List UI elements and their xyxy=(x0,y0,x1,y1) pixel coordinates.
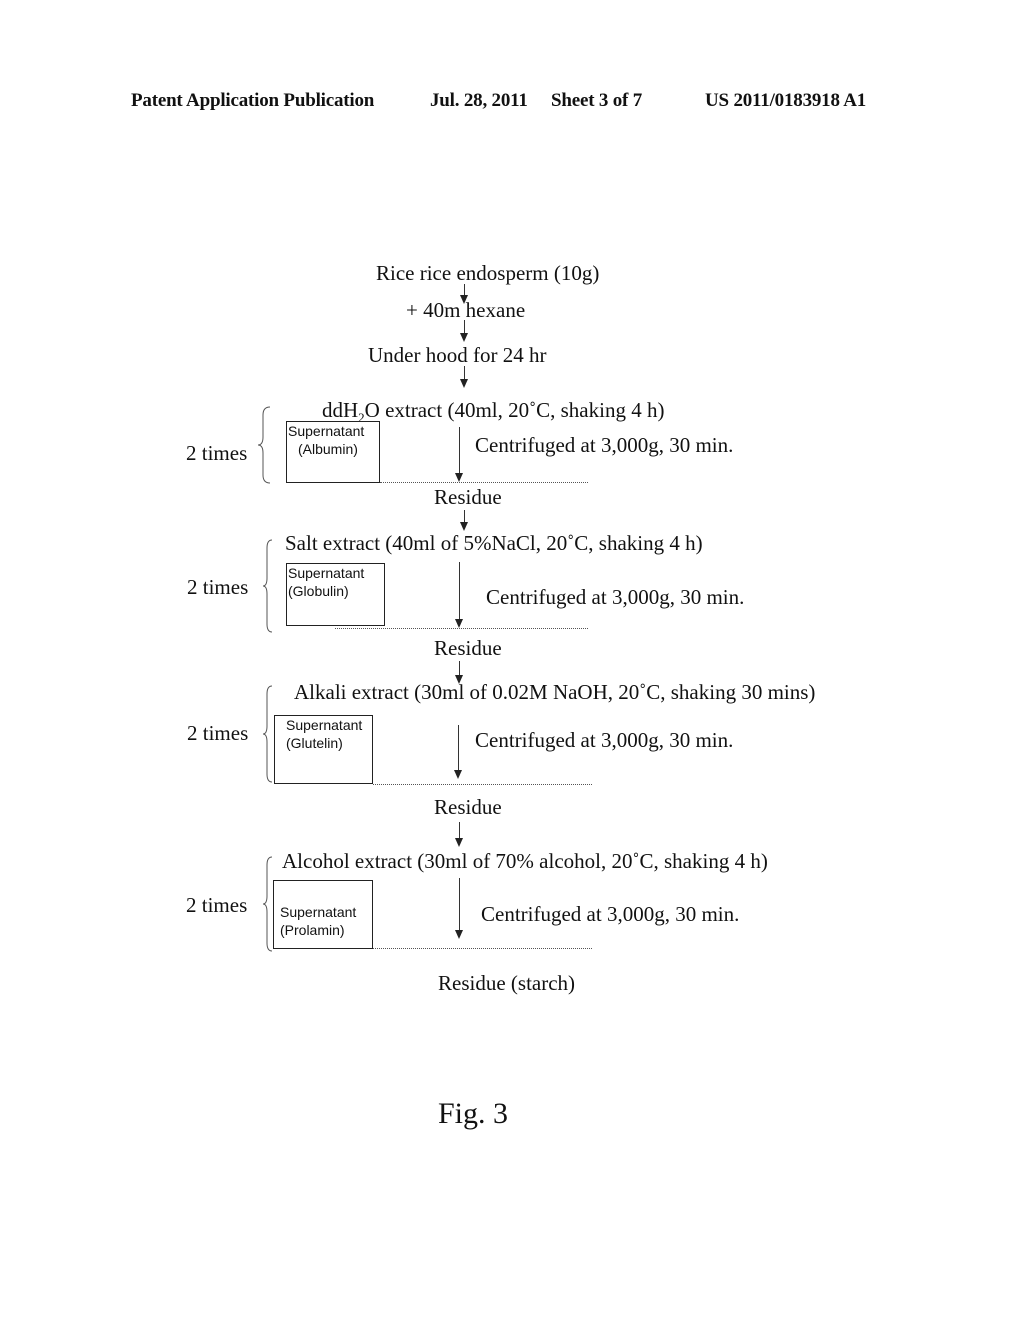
supernatant-box: Supernatant (Prolamin) xyxy=(273,880,373,949)
centrifuge-step: Centrifuged at 3,000g, 30 min. xyxy=(475,728,734,752)
protein-fraction: (Prolamin) xyxy=(280,922,345,938)
arrow-line xyxy=(459,661,460,676)
supernatant-label: Supernatant xyxy=(286,717,363,733)
protein-fraction: (Globulin) xyxy=(288,583,349,599)
supernatant-box: Supernatant (Albumin) xyxy=(286,421,380,483)
arrow-line xyxy=(464,366,465,380)
supernatant-box: Supernatant (Glutelin) xyxy=(274,715,373,784)
arrow-line xyxy=(459,562,460,620)
patent-number: US 2011/0183918 A1 xyxy=(705,90,867,111)
separator-line xyxy=(335,628,588,629)
arrow-down-icon xyxy=(455,619,463,628)
arrow-line xyxy=(459,427,460,473)
centrifuge-step: Centrifuged at 3,000g, 30 min. xyxy=(481,902,740,926)
extract-text: ddH xyxy=(322,398,359,422)
arrow-down-icon xyxy=(455,838,463,847)
hexane-step: + 40m hexane xyxy=(406,298,526,322)
arrow-down-icon xyxy=(460,522,468,531)
hood-step: Under hood for 24 hr xyxy=(368,343,547,367)
supernatant-label: Supernatant xyxy=(288,565,365,581)
publication-date: Jul. 28, 2011 xyxy=(430,90,528,111)
centrifuge-step: Centrifuged at 3,000g, 30 min. xyxy=(486,585,745,609)
start-material: Rice rice endosperm (10g) xyxy=(376,261,600,285)
extract-step: Alcohol extract (30ml of 70% alcohol, 20… xyxy=(282,849,768,873)
separator-line xyxy=(373,784,592,785)
residue-label: Residue xyxy=(434,636,502,660)
repeat-label: 2 times xyxy=(187,721,249,745)
separator-line xyxy=(373,948,592,949)
arrow-down-icon xyxy=(454,770,462,779)
arrow-line xyxy=(459,822,460,839)
supernatant-label: Supernatant xyxy=(288,423,365,439)
residue-label: Residue (starch) xyxy=(438,971,576,995)
extract-text: O extract (40ml, 20˚C, shaking 4 h) xyxy=(364,398,665,422)
supernatant-label: Supernatant xyxy=(280,904,357,920)
brace-icon xyxy=(257,406,271,484)
repeat-label: 2 times xyxy=(187,575,249,599)
sheet-number: Sheet 3 of 7 xyxy=(551,90,643,111)
extract-step: Alkali extract (30ml of 0.02M NaOH, 20˚C… xyxy=(294,680,816,704)
residue-label: Residue xyxy=(434,795,502,819)
residue-label: Residue xyxy=(434,485,502,509)
brace-icon xyxy=(262,685,273,783)
arrow-line xyxy=(464,320,465,334)
arrow-down-icon xyxy=(455,473,463,482)
brace-icon xyxy=(262,539,273,633)
separator-line xyxy=(380,482,588,483)
arrow-line xyxy=(459,878,460,931)
extract-step: Salt extract (40ml of 5%NaCl, 20˚C, shak… xyxy=(285,531,703,555)
repeat-label: 2 times xyxy=(186,441,248,465)
figure-label: Fig. 3 xyxy=(438,1097,509,1130)
arrow-line xyxy=(458,725,459,771)
arrow-down-icon xyxy=(460,333,468,342)
protein-fraction: (Albumin) xyxy=(298,441,358,457)
protein-fraction: (Glutelin) xyxy=(286,735,343,751)
arrow-down-icon xyxy=(460,379,468,388)
publication-title: Patent Application Publication xyxy=(131,90,375,111)
centrifuge-step: Centrifuged at 3,000g, 30 min. xyxy=(475,433,734,457)
repeat-label: 2 times xyxy=(186,893,248,917)
supernatant-box: Supernatant (Globulin) xyxy=(286,563,385,626)
arrow-down-icon xyxy=(455,930,463,939)
